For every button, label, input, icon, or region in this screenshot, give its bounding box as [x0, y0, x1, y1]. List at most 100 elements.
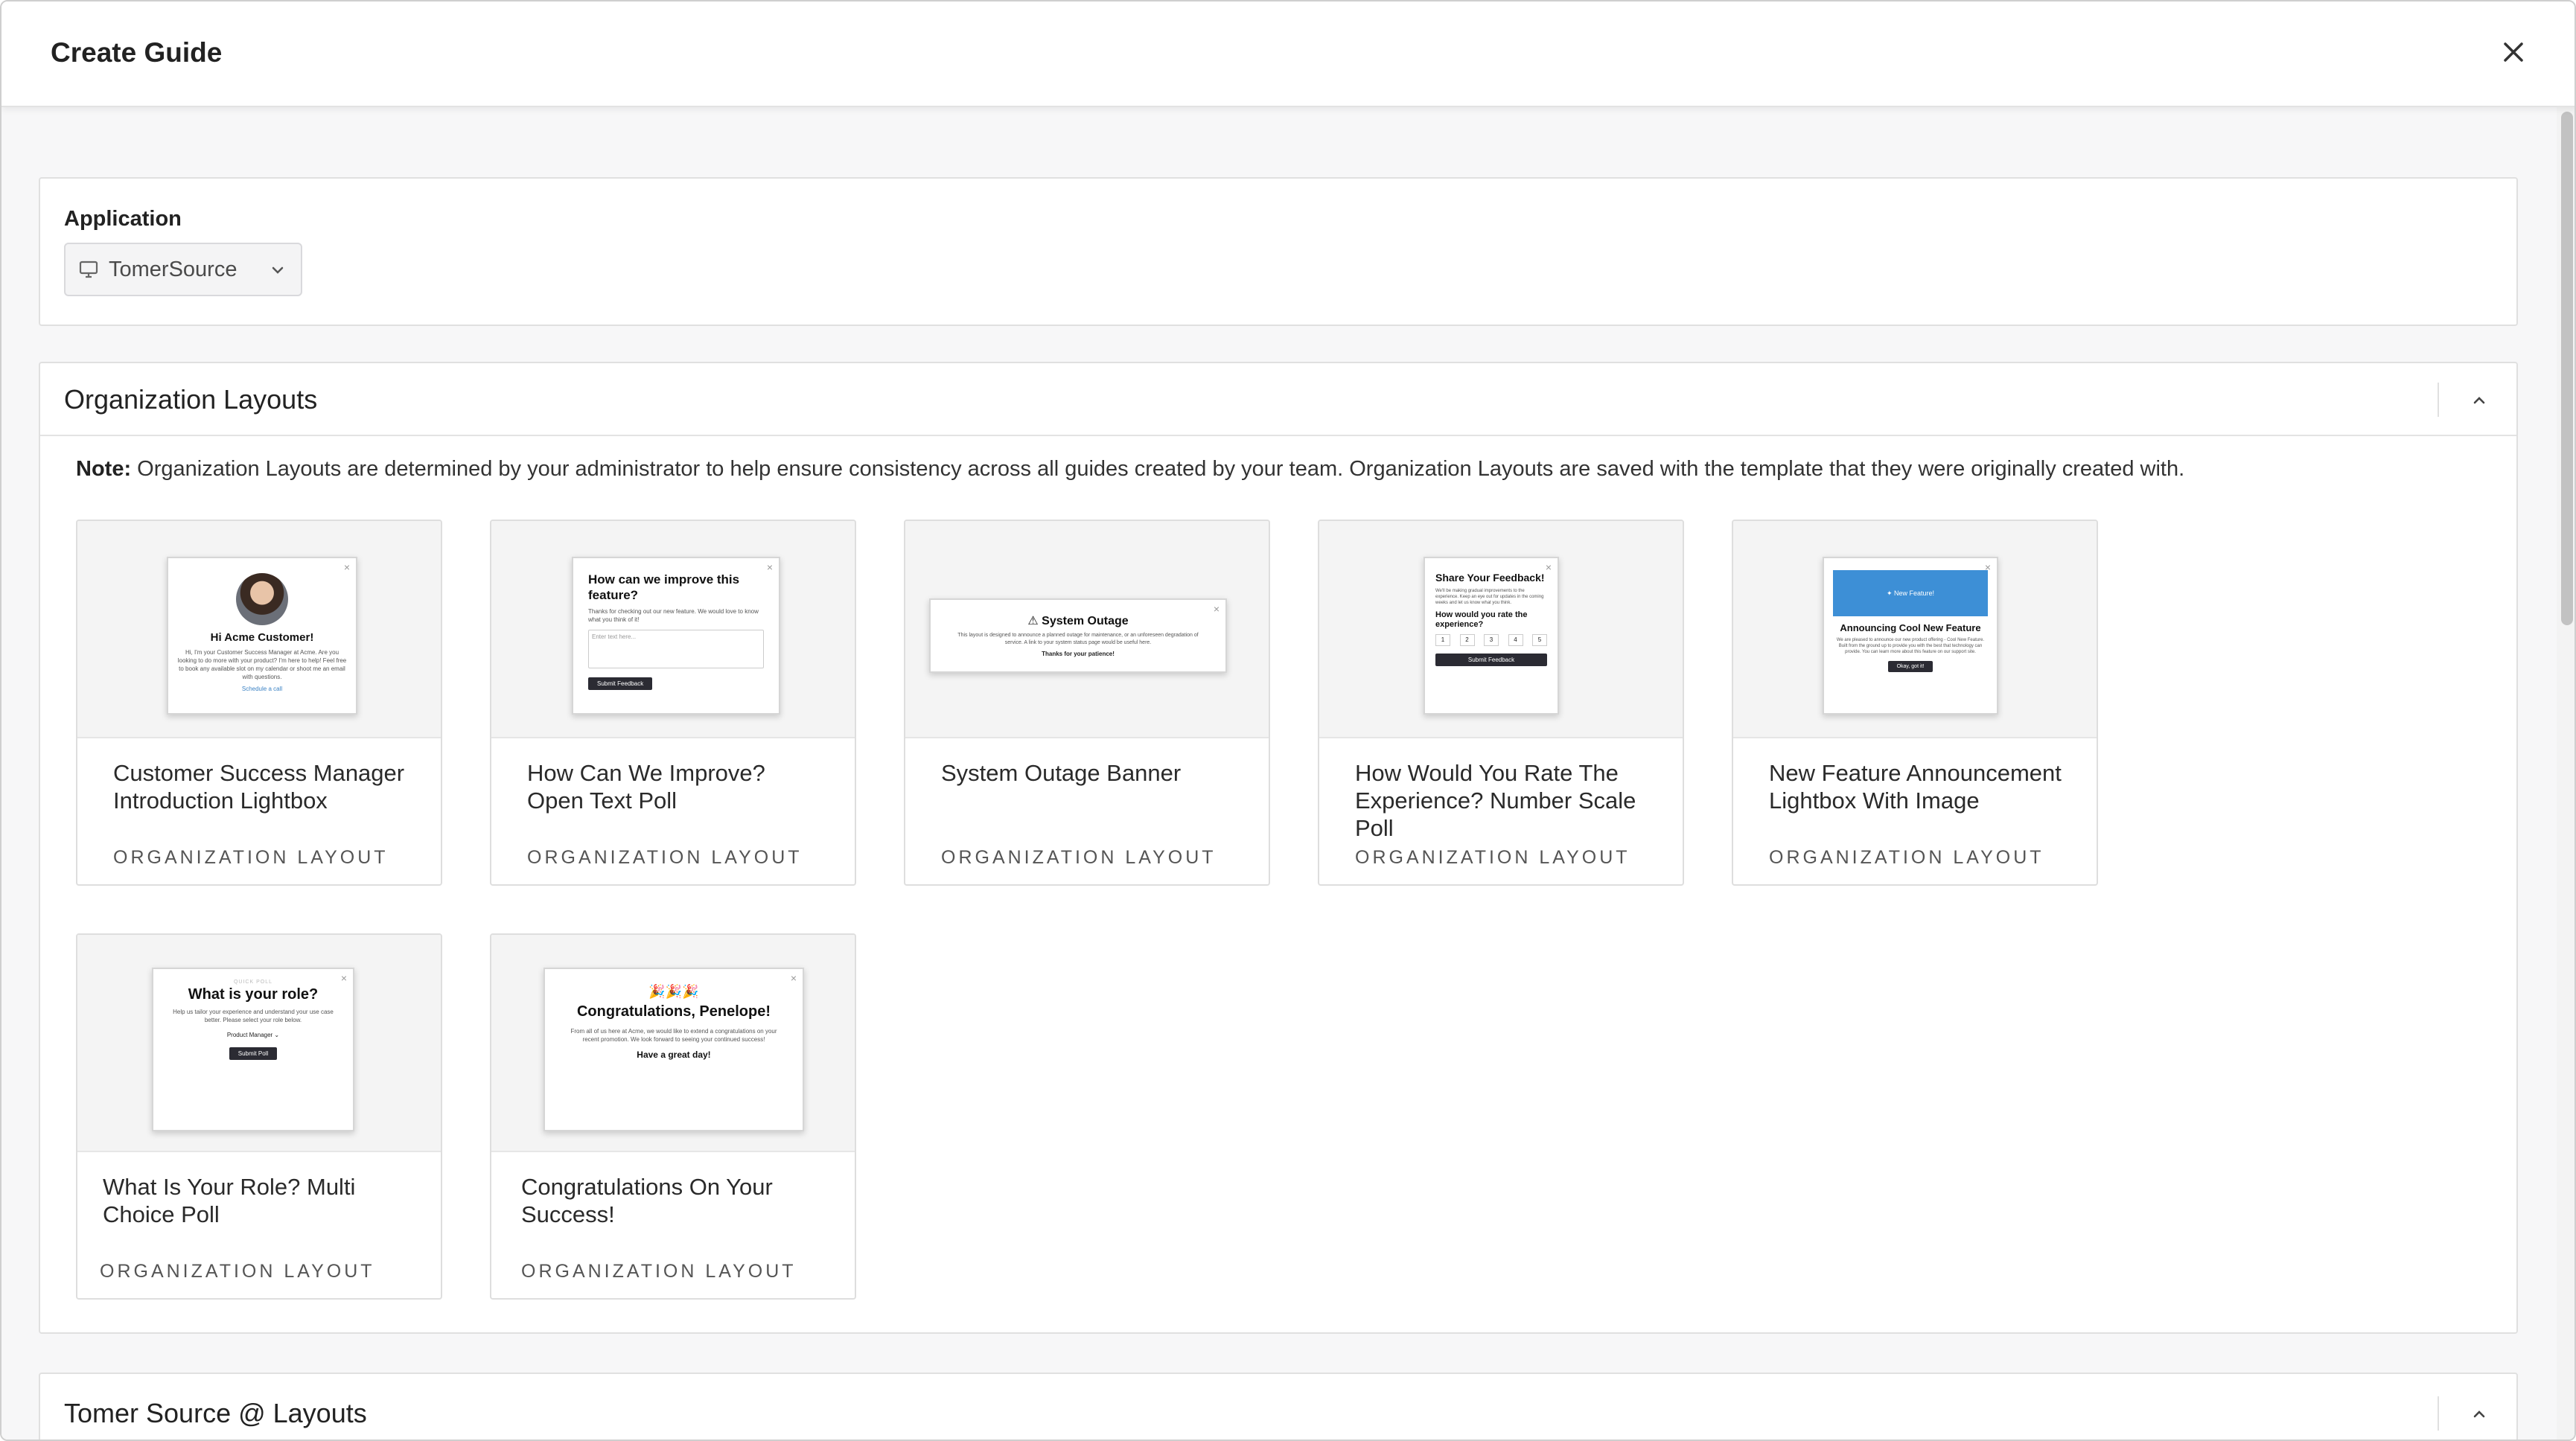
- collapse-section-button[interactable]: [2460, 1395, 2499, 1434]
- preview-close-icon: ×: [1984, 561, 1991, 573]
- preview-body: We are pleased to announce our new produ…: [1836, 638, 1985, 654]
- preview-body: Help us tailor your experience and under…: [173, 1009, 334, 1023]
- modal-title: Create Guide: [51, 37, 223, 68]
- create-guide-modal: Create Guide Application TomerSource Org…: [0, 0, 2576, 1441]
- layout-card-type: ORGANIZATION LAYOUT: [521, 1261, 797, 1282]
- note-label: Note:: [76, 457, 132, 481]
- layout-preview: × ✦ New Feature! Announcing Cool New Fea…: [1733, 521, 2097, 738]
- preview-heading: What is your role?: [188, 986, 319, 1003]
- preview-close-icon: ×: [343, 561, 350, 573]
- preview-close-icon: ×: [790, 972, 797, 984]
- monitor-icon: [79, 261, 98, 278]
- preview-lightbox: × ✦ New Feature! Announcing Cool New Fea…: [1823, 557, 1998, 715]
- preview-heading: How can we improve this feature?: [588, 572, 740, 602]
- collapse-section-button[interactable]: [2460, 381, 2499, 420]
- scale-option: 5: [1532, 634, 1547, 646]
- scale-option: 4: [1508, 634, 1523, 646]
- layout-card-name: Congratulations On Your Success!: [521, 1174, 773, 1227]
- layout-card-name: How Would You Rate The Experience? Numbe…: [1355, 760, 1636, 841]
- layout-preview: × How can we improve this feature? Thank…: [491, 521, 855, 738]
- preview-heading: Announcing Cool New Feature: [1840, 622, 1981, 633]
- scrollbar-thumb[interactable]: [2561, 112, 2573, 625]
- preview-button: Submit Poll: [229, 1047, 278, 1060]
- chevron-up-icon: [2473, 397, 2485, 404]
- close-icon: [2504, 42, 2523, 62]
- close-button[interactable]: [2494, 33, 2533, 71]
- chevron-down-icon: [272, 266, 284, 274]
- scale-option: 1: [1435, 634, 1450, 646]
- layout-card-name: System Outage Banner: [941, 760, 1182, 786]
- preview-lightbox: × Share Your Feedback! We'll be making g…: [1424, 557, 1559, 715]
- preview-select: Product Manager ⌄: [226, 1032, 280, 1038]
- scale-option: 3: [1484, 634, 1499, 646]
- divider: [2438, 383, 2439, 417]
- preview-lightbox: × How can we improve this feature? Thank…: [572, 557, 780, 715]
- organization-layouts-panel: Organization Layouts Note: Organization …: [39, 362, 2518, 1334]
- application-select[interactable]: TomerSource: [64, 243, 302, 296]
- preview-body: From all of us here at Acme, we would li…: [570, 1028, 777, 1043]
- modal-header: Create Guide: [1, 1, 2575, 107]
- tomer-source-layouts-panel: Tomer Source @ Layouts: [39, 1373, 2518, 1440]
- application-select-value: TomerSource: [109, 257, 237, 281]
- layout-card-name: New Feature Announcement Lightbox With I…: [1769, 760, 2062, 814]
- preview-button: Submit Feedback: [588, 677, 653, 690]
- layout-card-type: ORGANIZATION LAYOUT: [941, 847, 1217, 868]
- section-title: Tomer Source @ Layouts: [64, 1398, 367, 1428]
- preview-footer: Thanks for your patience!: [1042, 651, 1115, 657]
- layout-card[interactable]: × ⚠ System Outage This layout is designe…: [904, 520, 1270, 886]
- preview-emoji: 🎉🎉🎉: [648, 984, 699, 999]
- preview-lightbox: × QUICK POLL What is your role? Help us …: [152, 968, 354, 1131]
- layout-preview: × 🎉🎉🎉 Congratulations, Penelope! From al…: [491, 935, 855, 1152]
- layout-preview: × ⚠ System Outage This layout is designe…: [905, 521, 1269, 738]
- preview-body: We'll be making gradual improvements to …: [1435, 589, 1544, 605]
- preview-text-area: Enter text here...: [588, 630, 764, 668]
- application-label: Application: [64, 207, 182, 231]
- application-panel: Application TomerSource: [39, 177, 2518, 326]
- preview-body: This layout is designed to announce a pl…: [957, 633, 1199, 645]
- vertical-scrollbar[interactable]: [2557, 107, 2575, 1440]
- layout-card-type: ORGANIZATION LAYOUT: [1355, 847, 1630, 868]
- layout-card[interactable]: × Hi Acme Customer! Hi, I'm your Custome…: [76, 520, 442, 886]
- preview-button: Okay, got it!: [1887, 661, 1933, 672]
- preview-body: Hi, I'm your Customer Success Manager at…: [177, 649, 347, 680]
- preview-footer: Have a great day!: [637, 1049, 711, 1060]
- layout-card-type: ORGANIZATION LAYOUT: [527, 847, 803, 868]
- preview-close-icon: ×: [340, 972, 347, 984]
- section-title: Organization Layouts: [64, 384, 318, 415]
- layout-preview: × QUICK POLL What is your role? Help us …: [77, 935, 441, 1152]
- scale-option: 2: [1459, 634, 1475, 646]
- preview-heading: Share Your Feedback!: [1435, 572, 1545, 584]
- section-header: Organization Layouts: [40, 363, 2516, 436]
- layout-card[interactable]: × QUICK POLL What is your role? Help us …: [76, 933, 442, 1300]
- preview-heading: ⚠ System Outage: [1027, 615, 1129, 627]
- preview-lightbox: × Hi Acme Customer! Hi, I'm your Custome…: [167, 557, 357, 715]
- layout-preview: × Hi Acme Customer! Hi, I'm your Custome…: [77, 521, 441, 738]
- preview-close-icon: ×: [1213, 603, 1220, 615]
- preview-banner-image: ✦ New Feature!: [1833, 570, 1988, 616]
- preview-question: How would you rate the experience?: [1435, 610, 1528, 629]
- layout-card-type: ORGANIZATION LAYOUT: [100, 1261, 375, 1282]
- preview-close-icon: ×: [766, 561, 773, 573]
- avatar: [236, 573, 288, 625]
- layout-card-name: How Can We Improve? Open Text Poll: [527, 760, 765, 814]
- preview-link: Schedule a call: [241, 686, 283, 692]
- layout-card-name: Customer Success Manager Introduction Li…: [113, 760, 405, 814]
- layout-card-type: ORGANIZATION LAYOUT: [1769, 847, 2044, 868]
- preview-button: Submit Feedback: [1435, 654, 1547, 666]
- note-text: Organization Layouts are determined by y…: [131, 457, 2185, 481]
- preview-lightbox: × 🎉🎉🎉 Congratulations, Penelope! From al…: [543, 968, 804, 1131]
- modal-body: Application TomerSource Organization Lay…: [1, 107, 2557, 1440]
- layout-card-name: What Is Your Role? Multi Choice Poll: [103, 1174, 356, 1227]
- layout-preview: × Share Your Feedback! We'll be making g…: [1319, 521, 1683, 738]
- preview-scale: 1 2 3 4 5: [1435, 634, 1547, 646]
- layout-card[interactable]: × 🎉🎉🎉 Congratulations, Penelope! From al…: [490, 933, 856, 1300]
- organization-note: Note: Organization Layouts are determine…: [76, 457, 2184, 482]
- layout-card[interactable]: × Share Your Feedback! We'll be making g…: [1318, 520, 1684, 886]
- preview-close-icon: ×: [1545, 561, 1552, 573]
- preview-heading: Congratulations, Penelope!: [576, 1003, 771, 1020]
- section-header: Tomer Source @ Layouts: [40, 1374, 2516, 1440]
- layout-card[interactable]: × ✦ New Feature! Announcing Cool New Fea…: [1732, 520, 2098, 886]
- layout-card[interactable]: × How can we improve this feature? Thank…: [490, 520, 856, 886]
- preview-banner: × ⚠ System Outage This layout is designe…: [929, 598, 1227, 673]
- preview-heading: Hi Acme Customer!: [210, 631, 314, 644]
